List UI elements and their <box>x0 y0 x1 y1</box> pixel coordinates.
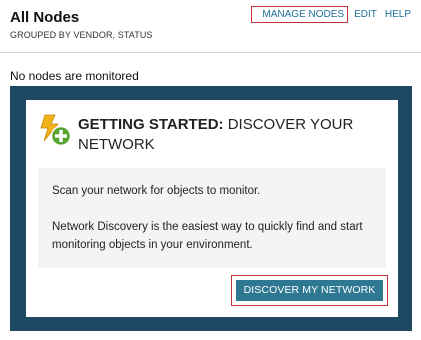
discover-button-highlight: DISCOVER MY NETWORK <box>231 275 388 306</box>
getting-started-title-strong: GETTING STARTED: <box>78 116 224 133</box>
widget-subtitle: GROUPED BY VENDOR, STATUS <box>10 30 153 40</box>
header-divider <box>0 52 421 53</box>
edit-link[interactable]: EDIT <box>352 7 379 22</box>
discover-my-network-button[interactable]: DISCOVER MY NETWORK <box>236 280 383 301</box>
getting-started-title: GETTING STARTED: DISCOVER YOUR NETWORK <box>78 115 378 155</box>
header-links: MANAGE NODES EDIT HELP <box>251 6 413 23</box>
lightning-plus-icon <box>38 114 72 148</box>
getting-started-card: GETTING STARTED: DISCOVER YOUR NETWORK S… <box>26 100 398 317</box>
getting-started-panel: GETTING STARTED: DISCOVER YOUR NETWORK S… <box>10 86 412 331</box>
scan-instruction: Scan your network for objects to monitor… <box>52 185 261 197</box>
help-link[interactable]: HELP <box>383 7 413 22</box>
manage-nodes-link[interactable]: MANAGE NODES <box>251 6 349 23</box>
status-message: No nodes are monitored <box>10 69 139 83</box>
discovery-description: Network Discovery is the easiest way to … <box>52 221 363 251</box>
widget-title: All Nodes <box>10 9 80 26</box>
getting-started-description: Scan your network for objects to monitor… <box>38 168 386 268</box>
